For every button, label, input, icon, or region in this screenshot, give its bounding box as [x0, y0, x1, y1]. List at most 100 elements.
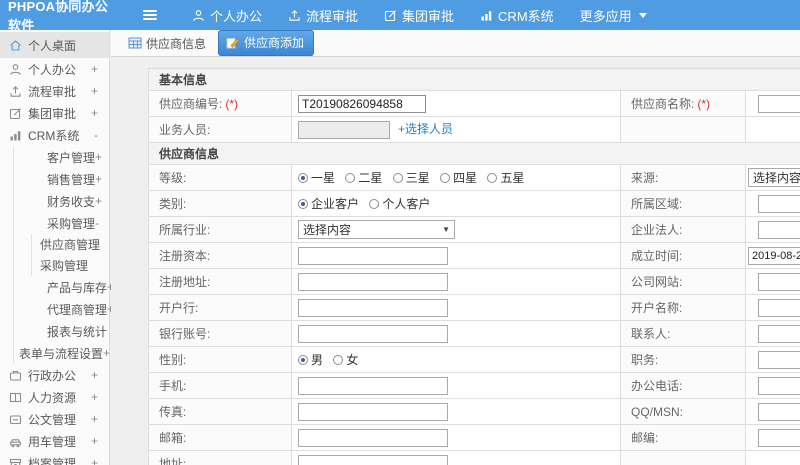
- staff-input[interactable]: [298, 120, 390, 139]
- registered-address-input[interactable]: [298, 272, 448, 291]
- region-input[interactable]: [758, 194, 800, 213]
- position-input[interactable]: [758, 350, 800, 369]
- sidebar-item-agent-management[interactable]: 代理商管理 +: [14, 298, 114, 320]
- edit-icon: [9, 107, 21, 119]
- website-input[interactable]: [758, 272, 800, 291]
- category-radio-enterprise[interactable]: 企业客户: [298, 195, 359, 212]
- select-staff-link[interactable]: +选择人员: [398, 122, 453, 136]
- sidebar-item-sales-management[interactable]: 销售管理 +: [14, 168, 109, 190]
- expand-icon[interactable]: +: [91, 368, 98, 382]
- sidebar-item-vehicle-management[interactable]: 用车管理 +: [0, 430, 109, 452]
- sidebar-item-human-resources[interactable]: 人力资源 +: [0, 386, 109, 408]
- bank-account-input[interactable]: [298, 324, 448, 343]
- menu-toggle-button[interactable]: [143, 10, 157, 20]
- expand-icon[interactable]: +: [91, 412, 98, 426]
- expand-icon[interactable]: +: [91, 84, 98, 98]
- account-name-input[interactable]: [758, 298, 800, 317]
- gender-radio-male[interactable]: 男: [298, 351, 323, 368]
- nav-group-approval[interactable]: 集团审批: [371, 0, 467, 30]
- category-radio-personal[interactable]: 个人客户: [369, 195, 430, 212]
- sidebar-item-reports-statistics[interactable]: 报表与统计: [14, 320, 109, 342]
- email-input[interactable]: [298, 428, 448, 447]
- required-mark: (*): [225, 97, 239, 111]
- bank-input[interactable]: [298, 298, 448, 317]
- registered-capital-input[interactable]: [298, 246, 448, 265]
- radio-icon: [369, 198, 380, 209]
- tab-supplier-info[interactable]: 供应商信息: [128, 35, 206, 52]
- qq-msn-input[interactable]: [758, 402, 800, 421]
- main-content: 基本信息 供应商编号:(*) 供应商名称:(*) 业务人员: +选择人员 供应商…: [111, 57, 800, 465]
- nav-more-apps[interactable]: 更多应用: [567, 0, 660, 30]
- radio-icon: [487, 172, 498, 183]
- expand-icon[interactable]: +: [95, 150, 102, 164]
- sidebar-item-archive-management[interactable]: 档案管理 +: [0, 452, 109, 465]
- expand-icon[interactable]: +: [103, 346, 110, 360]
- purchase-submenu: 供应商管理 采购管理: [31, 234, 109, 276]
- contact-input[interactable]: [758, 324, 800, 343]
- sidebar-item-purchase-management[interactable]: 采购管理 -: [14, 212, 109, 234]
- founded-date-label: 成立时间:: [620, 242, 746, 269]
- sidebar-item-supplier-management[interactable]: 供应商管理: [32, 234, 109, 255]
- dropdown-arrow-icon: ▼: [442, 225, 450, 234]
- user-icon: [193, 9, 204, 21]
- supplier-name-input[interactable]: [758, 94, 800, 113]
- sidebar-item-purchasing[interactable]: 采购管理: [32, 255, 109, 276]
- home-icon: [10, 39, 21, 51]
- level-radio-5star[interactable]: 五星: [487, 169, 524, 186]
- level-radio-1star[interactable]: 一星: [298, 169, 335, 186]
- source-label: 来源:: [620, 164, 746, 191]
- level-radio-4star[interactable]: 四星: [440, 169, 477, 186]
- founded-date-input[interactable]: [748, 246, 800, 265]
- address-input[interactable]: [298, 454, 448, 465]
- sidebar-item-customer-management[interactable]: 客户管理 +: [14, 146, 109, 168]
- zipcode-input[interactable]: [758, 428, 800, 447]
- nav-personal-office[interactable]: 个人办公: [179, 0, 275, 30]
- nav-crm-system[interactable]: CRM系统: [467, 0, 567, 30]
- sidebar-item-crm-system[interactable]: CRM系统 -: [0, 124, 109, 146]
- expand-icon[interactable]: +: [91, 434, 98, 448]
- expand-icon[interactable]: +: [91, 390, 98, 404]
- account-name-label: 开户名称:: [620, 294, 746, 321]
- sidebar-item-workflow-approval[interactable]: 流程审批 +: [0, 80, 109, 102]
- sidebar-item-form-workflow-settings[interactable]: 表单与流程设置 +: [14, 342, 110, 364]
- collapse-icon[interactable]: -: [95, 216, 99, 230]
- legal-person-input[interactable]: [758, 220, 800, 239]
- expand-icon[interactable]: +: [91, 456, 98, 465]
- section-basic-info: 基本信息: [147, 68, 800, 91]
- gender-radio-female[interactable]: 女: [333, 351, 358, 368]
- level-radio-2star[interactable]: 二星: [345, 169, 382, 186]
- expand-icon[interactable]: +: [91, 106, 98, 120]
- expand-icon[interactable]: +: [95, 172, 102, 186]
- fax-input[interactable]: [298, 402, 448, 421]
- sidebar-item-document-management[interactable]: 公文管理 +: [0, 408, 109, 430]
- sidebar-item-personal-office[interactable]: 个人办公 +: [0, 58, 109, 80]
- user-icon: [10, 63, 21, 75]
- form-row-email: 邮箱: 邮编:: [148, 424, 800, 451]
- collapse-icon[interactable]: -: [94, 128, 98, 142]
- expand-icon[interactable]: +: [91, 62, 98, 76]
- sidebar-item-product-inventory[interactable]: 产品与库存 +: [14, 276, 114, 298]
- supplier-code-input[interactable]: [298, 94, 426, 113]
- position-label: 职务:: [620, 346, 746, 373]
- form-row-supplier-code: 供应商编号:(*) 供应商名称:(*): [148, 90, 800, 117]
- level-radio-3star[interactable]: 三星: [392, 169, 430, 186]
- industry-select[interactable]: 选择内容 ▼: [298, 220, 455, 239]
- form-row-fax: 传真: QQ/MSN:: [148, 398, 800, 425]
- car-icon: [9, 438, 22, 447]
- tab-supplier-add[interactable]: 供应商添加: [218, 30, 315, 56]
- office-phone-input[interactable]: [758, 376, 800, 395]
- expand-icon[interactable]: +: [95, 194, 102, 208]
- form-row-capital: 注册资本: 成立时间:: [148, 242, 800, 269]
- sidebar-item-finance[interactable]: 财务收支 +: [14, 190, 109, 212]
- source-select[interactable]: 选择内容▼: [748, 168, 800, 187]
- mobile-input[interactable]: [298, 376, 448, 395]
- sidebar-item-personal-desktop[interactable]: 个人桌面: [0, 32, 109, 58]
- sidebar-item-group-approval[interactable]: 集团审批 +: [0, 102, 109, 124]
- radio-selected-icon: [298, 198, 308, 209]
- nav-workflow-approval[interactable]: 流程审批: [275, 0, 371, 30]
- upload-icon: [10, 85, 21, 97]
- form-row-bank: 开户行: 开户名称:: [148, 294, 800, 321]
- sidebar-item-administrative[interactable]: 行政办公 +: [0, 364, 109, 386]
- document-icon: [9, 414, 22, 424]
- zipcode-label: 邮编:: [620, 424, 746, 451]
